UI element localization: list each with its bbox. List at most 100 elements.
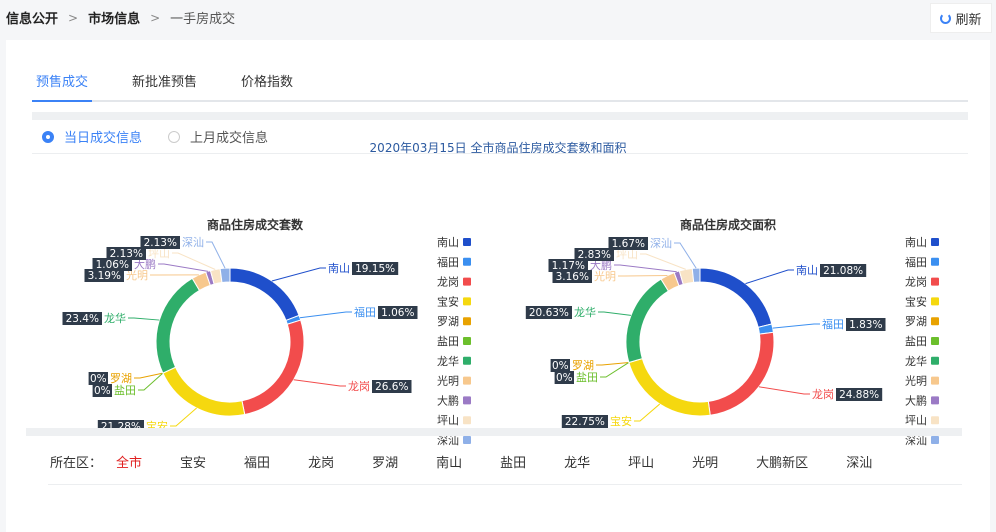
legend-label[interactable]: 福田 xyxy=(905,255,927,269)
slice-value-label: 23.4% xyxy=(66,313,99,325)
legend-swatch xyxy=(931,337,939,345)
district-filter: 所在区： 全市 宝安 福田 龙岗 罗湖 南山 盐田 龙华 坪山 光明 大鹏新区 深汕 xyxy=(50,452,910,471)
legend-label[interactable]: 南山 xyxy=(437,236,459,249)
slice-value-label: 21.08% xyxy=(823,265,863,277)
slice-name-label: 龙岗 xyxy=(348,380,370,393)
legend-swatch xyxy=(463,277,471,286)
legend-label[interactable]: 盐田 xyxy=(437,335,459,348)
legend-swatch xyxy=(931,416,939,425)
legend-label[interactable]: 盐田 xyxy=(905,335,927,348)
slice-value-label: 2.13% xyxy=(144,237,177,249)
legend-swatch xyxy=(931,277,939,286)
slice-name-label: 深汕 xyxy=(650,237,672,250)
slice-value-label: 1.17% xyxy=(552,260,585,272)
slice-name-label: 盐田 xyxy=(576,371,598,384)
legend-label[interactable]: 坪山 xyxy=(905,414,927,427)
slice-value-label: 0% xyxy=(552,360,569,372)
district-option[interactable]: 龙岗 xyxy=(308,452,334,471)
legend-swatch xyxy=(931,257,939,266)
district-option[interactable]: 宝安 xyxy=(180,452,206,471)
leader-line xyxy=(596,361,629,366)
slice-value-label: 2.13% xyxy=(110,248,143,260)
divider xyxy=(48,484,962,485)
slice-value-label: 0% xyxy=(90,373,107,385)
legend-label[interactable]: 光明 xyxy=(437,374,459,388)
legend-label[interactable]: 宝安 xyxy=(437,294,459,308)
slice-value-label: 1.83% xyxy=(849,319,882,331)
legend-label[interactable]: 大鹏 xyxy=(437,393,459,407)
district-option[interactable]: 南山 xyxy=(436,452,462,471)
pie-slice-10[interactable] xyxy=(691,267,701,283)
legend-swatch xyxy=(463,257,471,266)
district-option[interactable]: 全市 xyxy=(116,452,142,471)
leader-line xyxy=(674,242,697,269)
leader-line xyxy=(158,263,209,272)
legend-swatch xyxy=(931,297,939,306)
pie-slice-6[interactable] xyxy=(155,277,201,374)
slice-name-label: 龙华 xyxy=(574,305,596,319)
legend-swatch xyxy=(463,416,471,425)
legend-label[interactable]: 大鹏 xyxy=(905,393,927,407)
legend-label[interactable]: 罗湖 xyxy=(437,315,459,328)
legend-swatch xyxy=(463,436,471,444)
legend-swatch xyxy=(931,317,939,326)
legend-swatch xyxy=(931,356,939,365)
pie-slice-0[interactable] xyxy=(699,267,773,328)
pie-slice-0[interactable] xyxy=(229,267,300,322)
slice-name-label: 福田 xyxy=(354,305,376,319)
legend-swatch xyxy=(931,238,939,246)
leader-line xyxy=(745,269,794,285)
leader-line xyxy=(271,267,326,282)
leader-line xyxy=(640,253,686,270)
district-option[interactable]: 龙华 xyxy=(564,452,590,471)
legend-label[interactable]: 龙岗 xyxy=(905,276,927,289)
slice-value-label: 1.67% xyxy=(612,238,645,250)
legend-swatch xyxy=(463,317,471,326)
pie-slice-3[interactable] xyxy=(162,366,246,417)
slice-name-label: 宝安 xyxy=(610,414,632,428)
district-option[interactable]: 大鹏新区 xyxy=(756,452,808,471)
district-filter-label: 所在区： xyxy=(50,456,103,471)
pie-slice-2[interactable] xyxy=(241,319,305,416)
slice-name-label: 南山 xyxy=(796,264,818,277)
slice-value-label: 19.15% xyxy=(355,263,395,275)
legend-label[interactable]: 光明 xyxy=(905,374,927,388)
legend-label[interactable]: 龙岗 xyxy=(437,276,459,289)
district-option[interactable]: 盐田 xyxy=(500,452,526,471)
slice-value-label: 1.06% xyxy=(381,307,414,319)
leader-line xyxy=(170,407,197,427)
leader-line xyxy=(293,379,346,387)
legend-swatch xyxy=(931,436,939,444)
pie-slice-10[interactable] xyxy=(219,267,231,284)
district-option[interactable]: 深汕 xyxy=(846,452,872,471)
slice-name-label: 盐田 xyxy=(114,384,136,397)
pie-slice-2[interactable] xyxy=(707,331,775,416)
legend-label[interactable]: 罗湖 xyxy=(905,315,927,328)
legend-label[interactable]: 龙华 xyxy=(437,354,459,368)
slice-name-label: 龙岗 xyxy=(812,388,834,401)
legend-label[interactable]: 龙华 xyxy=(905,354,927,368)
district-option[interactable]: 坪山 xyxy=(628,452,654,471)
chart-title: 商品住房成交面积 xyxy=(680,217,776,232)
leader-line xyxy=(128,317,160,321)
district-option[interactable]: 罗湖 xyxy=(372,452,398,471)
legend-label[interactable]: 福田 xyxy=(437,255,459,269)
pie-slice-3[interactable] xyxy=(628,357,711,417)
donut-chart: 商品住房成交面积南山 21.08% 福田 1.83% 龙岗 24.88% 宝安 22.75% 罗… xyxy=(525,217,939,447)
slice-value-label: 3.16% xyxy=(556,271,589,283)
legend-label[interactable]: 坪山 xyxy=(437,414,459,427)
leader-line xyxy=(634,403,661,422)
divider-strip xyxy=(26,428,962,436)
pie-slice-6[interactable] xyxy=(625,278,670,364)
slice-value-label: 0% xyxy=(94,385,111,397)
district-option[interactable]: 光明 xyxy=(692,452,718,471)
slice-value-label: 0% xyxy=(556,372,573,384)
legend-swatch xyxy=(463,337,471,345)
slice-value-label: 2.83% xyxy=(578,249,611,261)
leader-line xyxy=(206,241,226,269)
slice-value-label: 20.63% xyxy=(529,307,569,319)
legend-label[interactable]: 宝安 xyxy=(905,294,927,308)
district-option[interactable]: 福田 xyxy=(244,452,270,471)
legend-label[interactable]: 南山 xyxy=(905,236,927,249)
leader-line xyxy=(598,311,632,316)
